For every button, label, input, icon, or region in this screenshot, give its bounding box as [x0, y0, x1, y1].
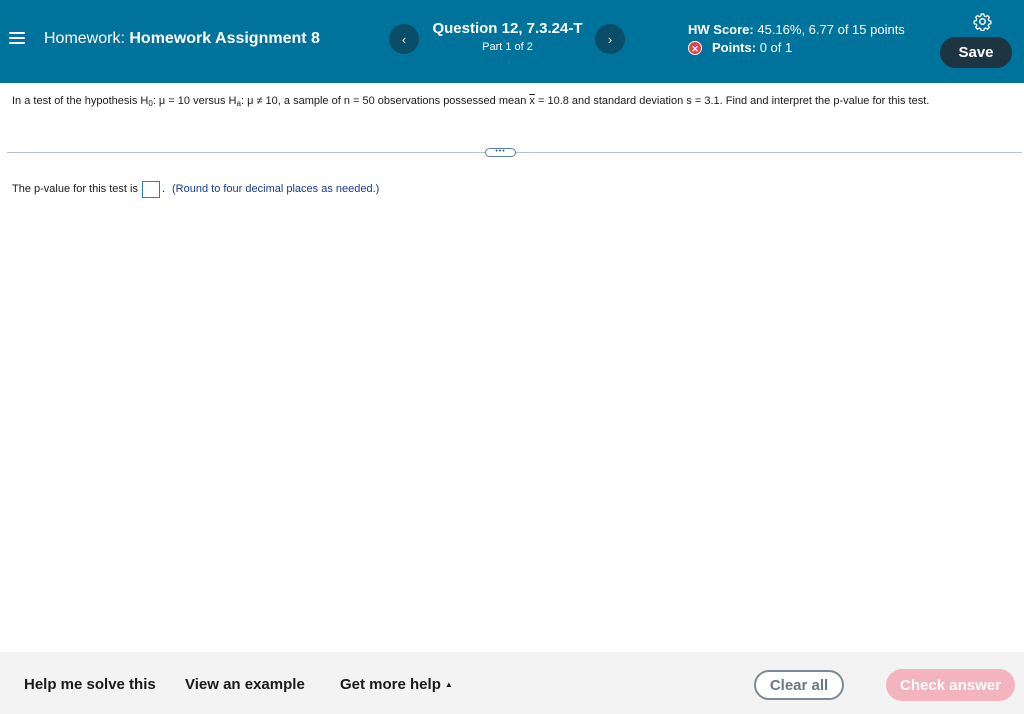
caret-up-icon: ▲ — [444, 680, 453, 689]
points-row: ✕ Points: 0 of 1 — [688, 39, 905, 57]
homework-title: Homework: Homework Assignment 8 — [44, 29, 320, 49]
save-button[interactable]: Save — [940, 37, 1012, 68]
score-block: HW Score: 45.16%, 6.77 of 15 points ✕ Po… — [688, 21, 905, 57]
footer-bar: Help me solve this View an example Get m… — [0, 652, 1024, 714]
homework-prefix: Homework: — [44, 30, 125, 47]
hw-score-label: HW Score: — [688, 22, 754, 37]
hw-score-value: 45.16%, 6.77 of 15 points — [757, 22, 905, 37]
app: Homework: Homework Assignment 8 ‹ Questi… — [0, 0, 1024, 714]
menu-icon[interactable] — [9, 29, 25, 47]
chevron-left-icon: ‹ — [401, 31, 407, 47]
get-more-help-label: Get more help — [340, 676, 441, 693]
answer-line: The p-value for this test is . (Round to… — [12, 180, 379, 198]
next-question-button[interactable]: › — [595, 24, 625, 54]
question-part: Part 1 of 2 — [482, 41, 533, 53]
previous-question-button[interactable]: ‹ — [389, 24, 419, 54]
answer-prefix: The p-value for this test is — [12, 183, 138, 195]
answer-suffix: . — [161, 183, 166, 195]
get-more-help-button[interactable]: Get more help ▲ — [340, 676, 453, 693]
expand-button[interactable]: ••• — [485, 148, 516, 157]
question-text-part: In a test of the hypothesis H — [12, 95, 149, 107]
view-example-button[interactable]: View an example — [185, 676, 305, 693]
points-value: 0 of 1 — [759, 40, 793, 55]
question-info: Question 12, 7.3.24-T Part 1 of 2 — [420, 19, 595, 54]
rounding-hint: (Round to four decimal places as needed.… — [172, 183, 380, 195]
question-text-part: = 10.8 and standard deviation s = 3.1. F… — [534, 95, 930, 107]
homework-name: Homework Assignment 8 — [129, 30, 320, 47]
ellipsis-icon: ••• — [495, 147, 506, 155]
points-label: Points: — [712, 40, 757, 55]
clear-all-button[interactable]: Clear all — [754, 670, 844, 700]
incorrect-icon: ✕ — [688, 41, 702, 55]
check-answer-button[interactable]: Check answer — [886, 669, 1015, 701]
hw-score: HW Score: 45.16%, 6.77 of 15 points — [688, 21, 905, 39]
chevron-right-icon: › — [607, 31, 613, 47]
question-text-part: : μ ≠ 10, a sample of n = 50 observation… — [240, 95, 530, 107]
header-bar: Homework: Homework Assignment 8 ‹ Questi… — [0, 0, 1024, 83]
question-title: Question 12, 7.3.24-T — [432, 20, 583, 37]
question-text: In a test of the hypothesis H0: μ = 10 v… — [12, 92, 1002, 113]
question-text-part: : μ = 10 versus H — [152, 95, 237, 107]
gear-icon[interactable] — [973, 12, 992, 31]
p-value-input[interactable] — [141, 180, 160, 198]
help-me-solve-button[interactable]: Help me solve this — [24, 676, 156, 693]
